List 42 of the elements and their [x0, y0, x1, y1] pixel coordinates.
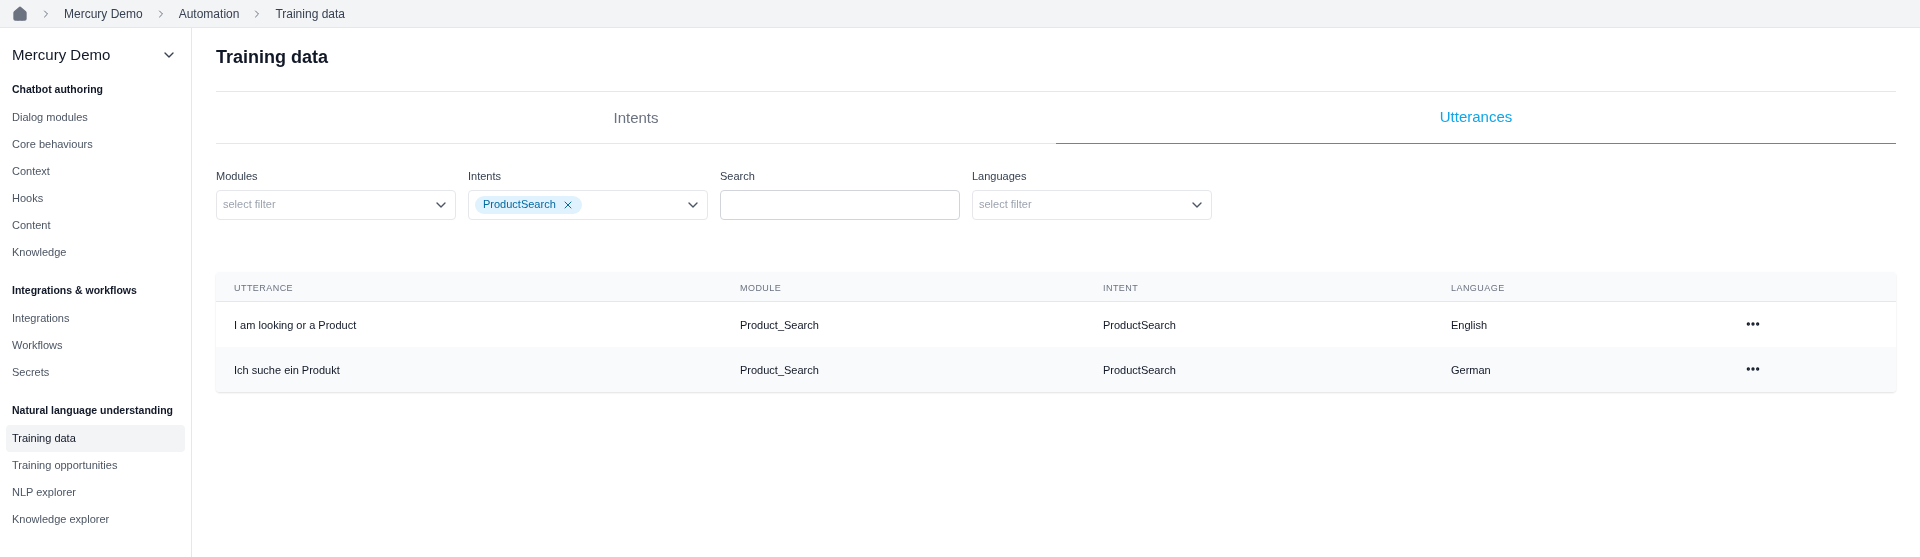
- filter-label: Intents: [468, 169, 503, 184]
- home-icon[interactable]: [12, 5, 28, 22]
- column-header: MODULE: [740, 283, 782, 293]
- table-cell: ProductSearch: [1103, 364, 1176, 376]
- sidebar-item[interactable]: Context: [6, 157, 185, 185]
- sidebar-item[interactable]: Dialog modules: [6, 103, 185, 131]
- search-field[interactable]: [720, 189, 960, 220]
- table-cell: Ich suche ein Produkt: [234, 364, 340, 376]
- section-heading: Natural language understanding: [11, 403, 175, 419]
- sidebar-item[interactable]: Training data: [6, 424, 185, 452]
- sidebar-item[interactable]: Secrets: [6, 358, 185, 386]
- filter-label: Modules: [216, 169, 259, 184]
- sidebar-item[interactable]: Training opportunities: [6, 451, 185, 479]
- workspace-name: Mercury Demo: [12, 45, 111, 65]
- section-heading: Integrations & workflows: [11, 283, 138, 299]
- breadcrumb-link[interactable]: Automation: [178, 4, 240, 23]
- tab[interactable]: Intents: [216, 92, 1056, 144]
- column-header: LANGUAGE: [1451, 283, 1505, 293]
- sidebar-item[interactable]: Core behaviours: [6, 130, 185, 158]
- table-cell: I am looking or a Product: [234, 319, 357, 331]
- breadcrumb-link[interactable]: Mercury Demo: [64, 4, 143, 23]
- table-cell: English: [1451, 319, 1488, 331]
- table-cell: Product_Search: [740, 364, 819, 376]
- table-cell: German: [1451, 364, 1491, 376]
- table-cell: Product_Search: [740, 319, 819, 331]
- sidebar-item[interactable]: Integrations: [6, 304, 185, 332]
- sidebar-item[interactable]: Knowledge explorer: [6, 505, 185, 533]
- sidebar-item[interactable]: Content: [6, 211, 185, 239]
- breadcrumb-link[interactable]: Training data: [275, 4, 345, 23]
- column-header: INTENT: [1103, 283, 1139, 293]
- sidebar-item[interactable]: Knowledge: [6, 238, 185, 266]
- column-header: UTTERANCE: [234, 283, 294, 293]
- filter-select[interactable]: ProductSearch: [468, 189, 708, 220]
- filter-label: Languages: [972, 169, 1028, 184]
- sidebar-item[interactable]: Workflows: [6, 331, 185, 359]
- page-title: Training data: [216, 46, 330, 69]
- section-heading: Chatbot authoring: [11, 82, 104, 98]
- sidebar-item[interactable]: NLP explorer: [6, 478, 185, 506]
- filter-label: Search: [720, 169, 756, 184]
- sidebar-item[interactable]: Hooks: [6, 184, 185, 212]
- filter-chip: ProductSearch: [475, 195, 582, 214]
- table-cell: ProductSearch: [1103, 319, 1176, 331]
